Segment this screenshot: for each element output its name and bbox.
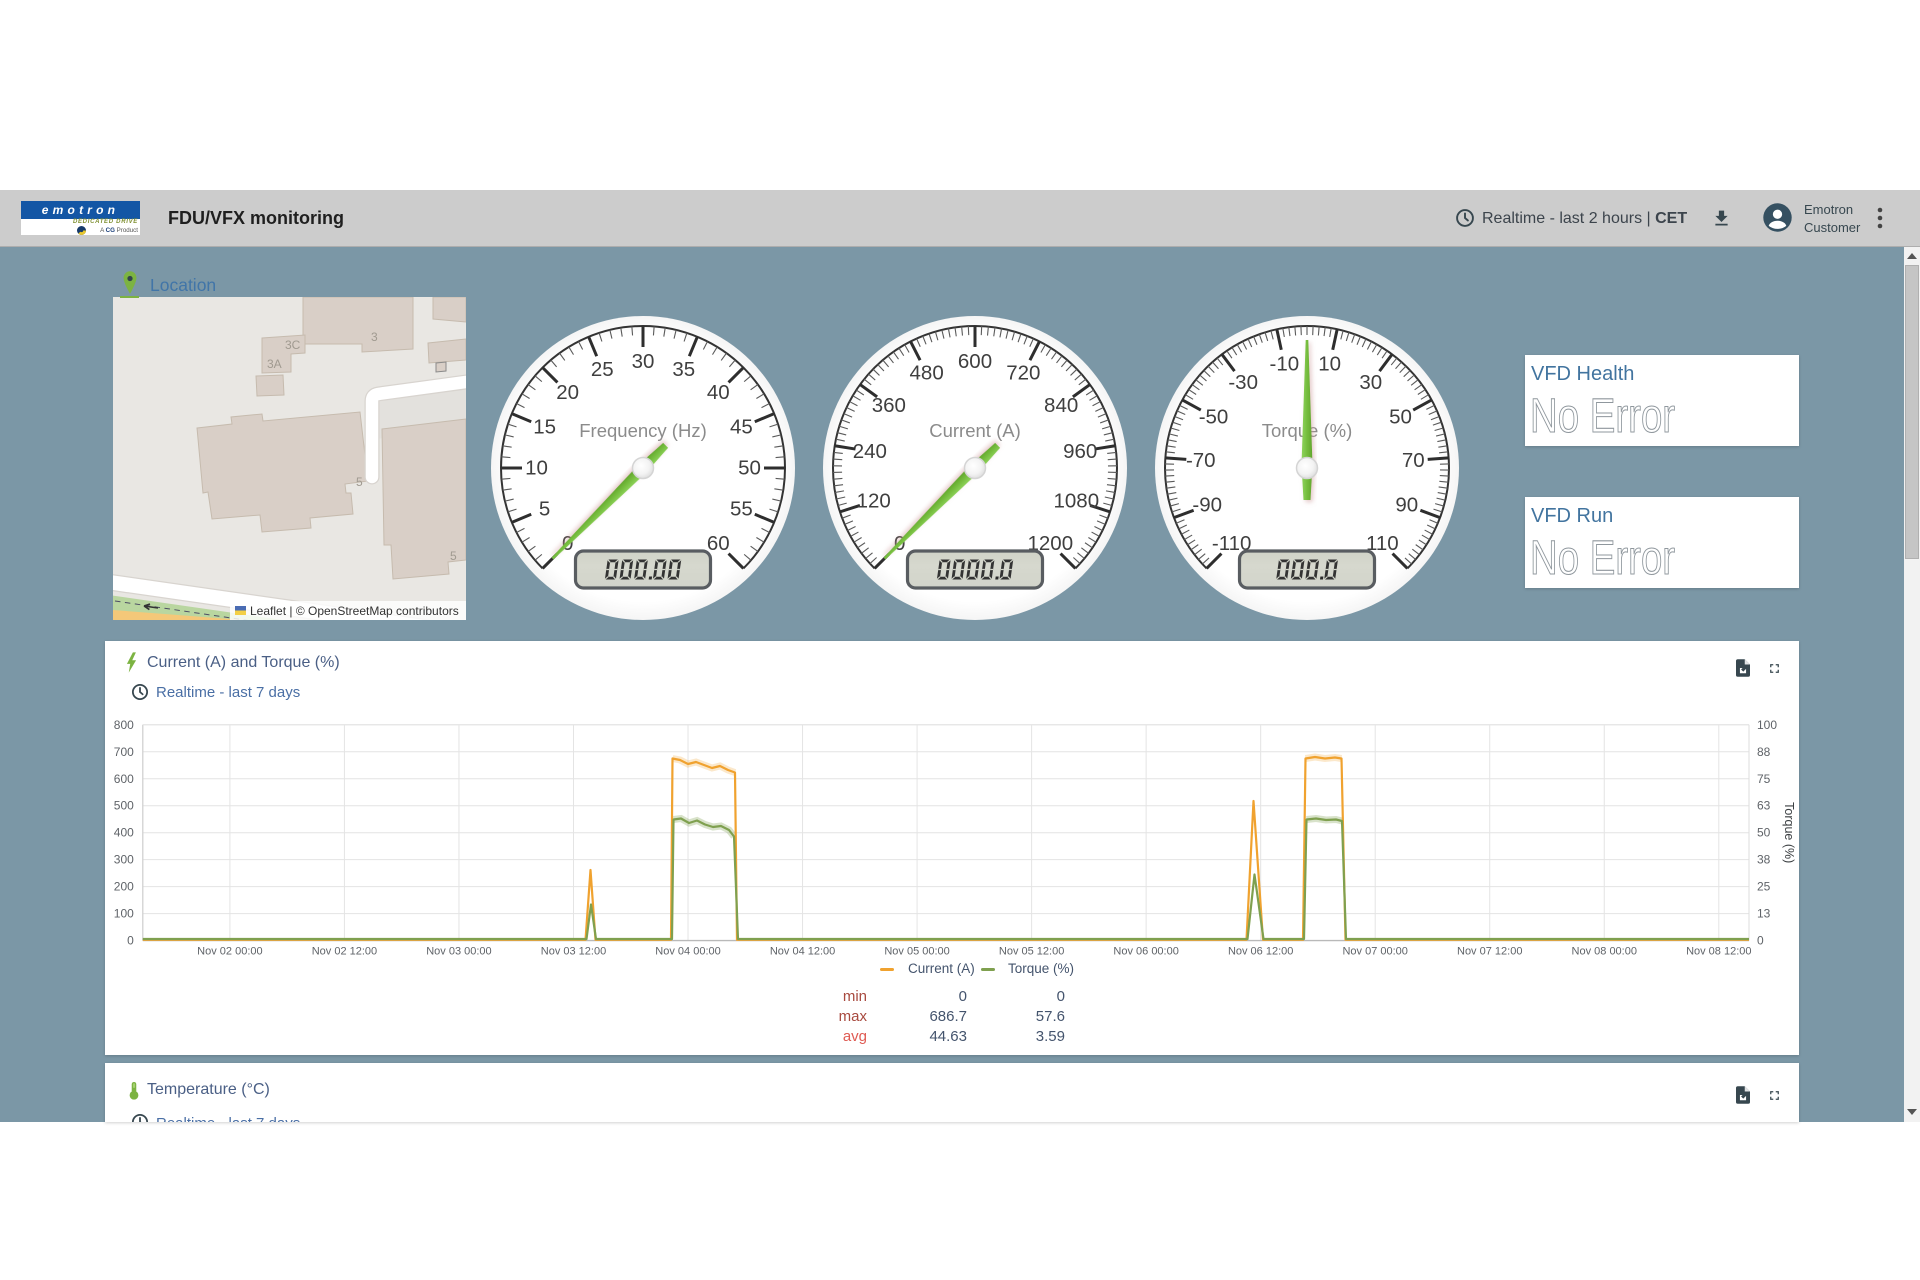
svg-text:Nov 06 00:00: Nov 06 00:00 <box>1113 946 1178 958</box>
svg-text:Nov 02 12:00: Nov 02 12:00 <box>312 946 377 958</box>
svg-text:10: 10 <box>525 457 548 480</box>
svg-text:Nov 05 00:00: Nov 05 00:00 <box>884 946 949 958</box>
svg-text:55: 55 <box>730 497 753 520</box>
svg-text:Nov 03 00:00: Nov 03 00:00 <box>426 946 491 958</box>
svg-text:5: 5 <box>539 497 550 520</box>
svg-text:70: 70 <box>1402 449 1425 472</box>
svg-text:25: 25 <box>1757 880 1771 894</box>
svg-text:45: 45 <box>730 416 753 439</box>
svg-text:25: 25 <box>591 358 614 381</box>
svg-text:700: 700 <box>114 745 134 759</box>
svg-text:50: 50 <box>1389 405 1412 428</box>
svg-text:Nov 02 00:00: Nov 02 00:00 <box>197 946 262 958</box>
svg-text:500: 500 <box>114 799 134 813</box>
svg-text:63: 63 <box>1757 799 1771 813</box>
svg-text:120: 120 <box>857 489 891 512</box>
svg-text:5: 5 <box>356 475 363 489</box>
svg-text:960: 960 <box>1063 440 1097 463</box>
svg-text:Frequency (Hz): Frequency (Hz) <box>579 420 706 441</box>
svg-text:10: 10 <box>1318 352 1341 375</box>
svg-text:-10: -10 <box>1270 352 1300 375</box>
svg-text:600: 600 <box>114 772 134 786</box>
svg-text:35: 35 <box>672 358 695 381</box>
svg-text:88: 88 <box>1757 745 1771 759</box>
svg-text:-30: -30 <box>1228 371 1258 394</box>
svg-text:5: 5 <box>450 549 457 563</box>
svg-text:1080: 1080 <box>1053 489 1099 512</box>
svg-text:720: 720 <box>1006 362 1040 385</box>
svg-text:800: 800 <box>114 718 134 732</box>
svg-text:Nov 06 12:00: Nov 06 12:00 <box>1228 946 1293 958</box>
svg-text:Nov 07 00:00: Nov 07 00:00 <box>1342 946 1407 958</box>
svg-text:60: 60 <box>707 532 730 555</box>
svg-text:360: 360 <box>872 394 906 417</box>
svg-text:Nov 04 12:00: Nov 04 12:00 <box>770 946 835 958</box>
svg-text:480: 480 <box>910 362 944 385</box>
svg-text:50: 50 <box>1757 826 1771 840</box>
svg-text:38: 38 <box>1757 853 1771 867</box>
svg-text:840: 840 <box>1044 394 1078 417</box>
svg-text:90: 90 <box>1395 494 1418 517</box>
svg-text:50: 50 <box>738 457 761 480</box>
svg-text:300: 300 <box>114 853 134 867</box>
svg-text:Nov 03 12:00: Nov 03 12:00 <box>541 946 606 958</box>
svg-text:-50: -50 <box>1199 405 1229 428</box>
svg-text:30: 30 <box>632 350 655 373</box>
svg-text:-90: -90 <box>1192 494 1222 517</box>
svg-text:3: 3 <box>371 330 378 344</box>
svg-text:13: 13 <box>1757 907 1771 921</box>
svg-text:Nov 08 12:00: Nov 08 12:00 <box>1686 946 1751 958</box>
svg-text:20: 20 <box>556 381 579 404</box>
svg-text:240: 240 <box>853 440 887 463</box>
svg-text:3C: 3C <box>285 338 301 352</box>
svg-text:Nov 07 12:00: Nov 07 12:00 <box>1457 946 1522 958</box>
svg-text:Nov 05 12:00: Nov 05 12:00 <box>999 946 1064 958</box>
svg-text:0: 0 <box>1757 934 1764 948</box>
svg-text:3A: 3A <box>267 357 282 371</box>
svg-text:Nov 08 00:00: Nov 08 00:00 <box>1572 946 1637 958</box>
svg-text:100: 100 <box>1757 718 1777 732</box>
svg-text:30: 30 <box>1359 371 1382 394</box>
svg-text:40: 40 <box>707 381 730 404</box>
svg-text:75: 75 <box>1757 772 1771 786</box>
svg-text:100: 100 <box>114 907 134 921</box>
svg-text:-70: -70 <box>1186 449 1216 472</box>
svg-text:400: 400 <box>114 826 134 840</box>
svg-text:Nov 04 00:00: Nov 04 00:00 <box>655 946 720 958</box>
svg-text:15: 15 <box>533 416 556 439</box>
svg-text:Leaflet | © OpenStreetMap cont: Leaflet | © OpenStreetMap contributors <box>250 604 459 618</box>
svg-text:0: 0 <box>127 934 134 948</box>
svg-text:600: 600 <box>958 350 992 373</box>
svg-text:Current (A): Current (A) <box>929 420 1021 441</box>
svg-text:Torque (%): Torque (%) <box>1782 802 1796 863</box>
svg-text:200: 200 <box>114 880 134 894</box>
